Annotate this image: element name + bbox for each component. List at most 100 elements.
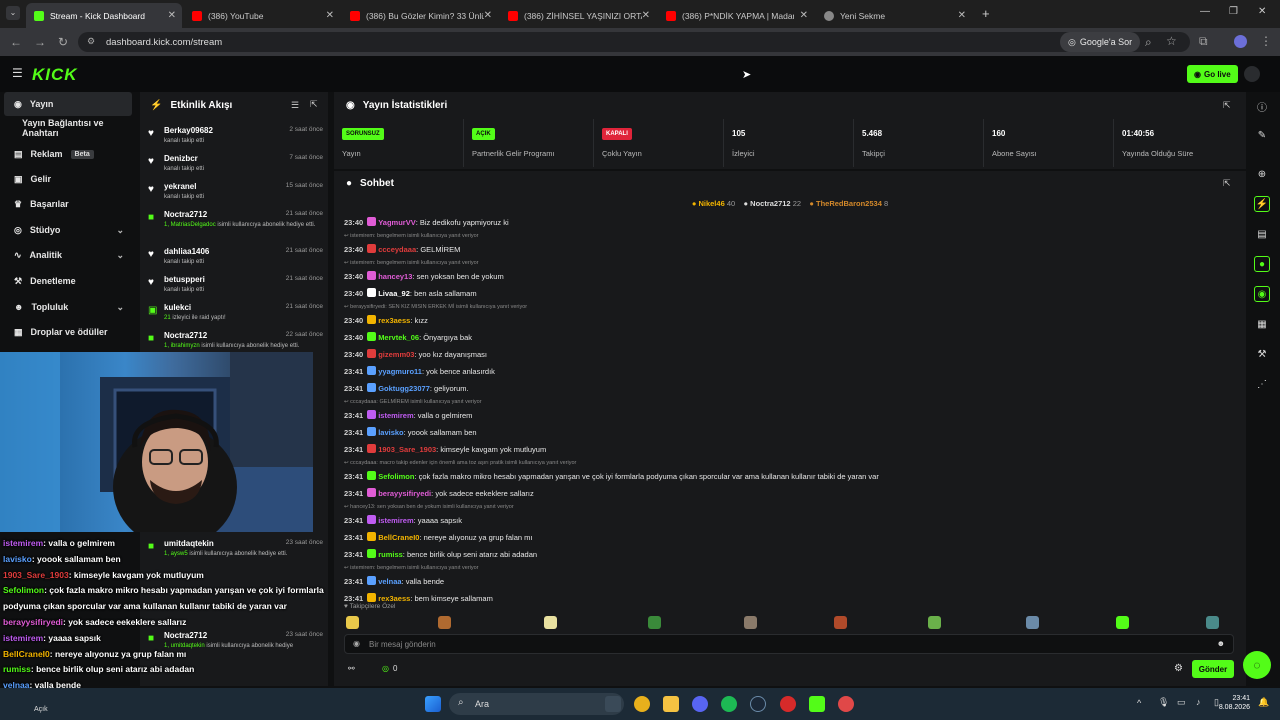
chat-message[interactable]: 23:41 BellCraneI0: nereye alıyonuz ya gru… bbox=[344, 532, 532, 542]
filter-icon[interactable]: ☰ bbox=[291, 100, 299, 111]
gifter-3[interactable]: ● TheRedBaron2534 8 bbox=[809, 199, 888, 208]
message-username[interactable]: istemirem bbox=[378, 516, 413, 525]
send-button[interactable]: Gönder bbox=[1192, 660, 1234, 678]
message-username[interactable]: 1903_Sare_1903 bbox=[378, 445, 436, 454]
new-tab-plus-icon[interactable]: + bbox=[982, 6, 990, 21]
close-icon[interactable]: ✕ bbox=[168, 10, 176, 21]
chat-message[interactable]: 23:41 Goktugg23077: geliyorum. bbox=[344, 383, 469, 393]
activity-toggle-icon[interactable]: ⚡ bbox=[1254, 196, 1270, 212]
message-username[interactable]: rex3aess bbox=[378, 594, 410, 603]
activity-item[interactable]: ▣ kulekci 21 saat önce 21 izleyici ile raid… bbox=[140, 299, 328, 327]
chat-fab-button[interactable]: ◌ bbox=[1243, 651, 1271, 679]
crosshair-icon[interactable]: ⊕ bbox=[1254, 166, 1270, 182]
message-username[interactable]: yyagmuro11 bbox=[378, 367, 422, 376]
message-username[interactable]: istemirem bbox=[378, 411, 413, 420]
popout-icon[interactable]: ⇱ bbox=[310, 99, 318, 110]
emote-icon[interactable] bbox=[1116, 616, 1129, 629]
sidebar-item-topluluk[interactable]: ☻ Topluluk ⌄ bbox=[4, 295, 132, 319]
chrome-icon[interactable] bbox=[634, 696, 650, 712]
activity-item[interactable]: ■ Noctra2712 21 saat önce 1, MatriasDelgado… bbox=[140, 206, 328, 234]
message-username[interactable]: berayysifiryedi bbox=[378, 489, 431, 498]
steam-icon[interactable] bbox=[750, 696, 766, 712]
share-icon[interactable]: ⋰ bbox=[1254, 376, 1270, 392]
chat-message[interactable]: 23:41 1903_Sare_1903: kimseyle kavgam yok… bbox=[344, 444, 546, 454]
profile-avatar[interactable] bbox=[1234, 35, 1247, 48]
sidebar-item-droplar[interactable]: ▦ Droplar ve ödüller bbox=[4, 320, 132, 344]
kick-logo[interactable]: KICK bbox=[32, 65, 78, 85]
link-icon[interactable]: ⚯ bbox=[348, 664, 355, 673]
chat-message[interactable]: 23:41 istemirem: yaaaa sapsık bbox=[344, 515, 462, 525]
obs-icon[interactable] bbox=[838, 696, 854, 712]
taskbar-search[interactable]: ⌕ Ara bbox=[449, 693, 624, 715]
close-icon[interactable]: ✕ bbox=[484, 10, 492, 21]
close-icon[interactable]: ✕ bbox=[800, 10, 808, 21]
gifter-2[interactable]: ● Noctra2712 22 bbox=[744, 199, 802, 208]
emote-icon[interactable] bbox=[928, 616, 941, 629]
info-icon[interactable]: ⓘ bbox=[1254, 98, 1270, 114]
spotify-icon[interactable] bbox=[721, 696, 737, 712]
emote-icon[interactable] bbox=[346, 616, 359, 629]
hamburger-menu-icon[interactable]: ☰ bbox=[12, 66, 23, 80]
notes-icon[interactable]: ▤ bbox=[1254, 226, 1270, 242]
message-username[interactable]: rex3aess bbox=[378, 316, 410, 325]
message-username[interactable]: Livaa_92 bbox=[378, 289, 410, 298]
popout-icon[interactable]: ⇱ bbox=[1223, 178, 1231, 189]
tab-kick-dashboard[interactable]: Stream - Kick Dashboard ✕ bbox=[26, 3, 182, 28]
tab-youtube-video-3[interactable]: (386) P*NDİK YAPMA | Madara ✕ bbox=[658, 3, 814, 28]
chat-message[interactable]: 23:41 istemirem: valla o gelmirem bbox=[344, 410, 472, 420]
activity-item[interactable]: ♥ Denizbcr 7 saat önce kanalı takip etti bbox=[140, 150, 328, 178]
windows-start-icon[interactable] bbox=[425, 696, 441, 712]
sidebar-item-analitik[interactable]: ∿ Analitik ⌄ bbox=[4, 243, 132, 267]
file-explorer-icon[interactable] bbox=[663, 696, 679, 712]
google-lens-button[interactable]: ◎ Google'a Sor bbox=[1060, 32, 1141, 52]
activity-item[interactable]: ♥ Berkay09682 2 saat önce kanalı takip etti bbox=[140, 122, 328, 150]
chat-message[interactable]: 23:40 ccceydaaa: GELMİREM bbox=[344, 244, 460, 254]
chat-input[interactable]: ◉ Bir mesaj gönderin ☻ bbox=[344, 634, 1234, 654]
sidebar-item-studyo[interactable]: ◎ Stüdyo ⌄ bbox=[4, 218, 132, 242]
emote-icon[interactable] bbox=[834, 616, 847, 629]
clock[interactable]: 23:41 8.08.2026 bbox=[1218, 694, 1250, 712]
chat-message[interactable]: 23:40 gizemm03: yoo kız dayanışması bbox=[344, 349, 487, 359]
tab-search-icon[interactable]: ⌄ bbox=[6, 6, 20, 20]
message-username[interactable]: YagmurVV bbox=[378, 218, 416, 227]
restore-icon[interactable]: ❐ bbox=[1229, 6, 1238, 17]
message-username[interactable]: lavisko bbox=[378, 428, 403, 437]
sidebar-item-gelir[interactable]: ▣ Gelir bbox=[4, 167, 132, 191]
emote-icon[interactable] bbox=[1206, 616, 1219, 629]
sidebar-item-denetleme[interactable]: ⚒ Denetleme bbox=[4, 269, 132, 293]
chat-settings-icon[interactable]: ◉ bbox=[353, 639, 360, 648]
emote-icon[interactable] bbox=[438, 616, 451, 629]
back-icon[interactable]: ← bbox=[10, 35, 22, 49]
close-window-icon[interactable]: ✕ bbox=[1258, 6, 1266, 17]
app-red-icon[interactable] bbox=[780, 696, 796, 712]
sidebar-item-stream-key[interactable]: Yayın Bağlantısı ve Anahtarı bbox=[4, 116, 132, 140]
channel-points[interactable]: ◎ 0 bbox=[382, 664, 397, 673]
close-icon[interactable]: ✕ bbox=[958, 10, 966, 21]
message-username[interactable]: gizemm03 bbox=[378, 350, 414, 359]
message-username[interactable]: hancey13 bbox=[378, 272, 412, 281]
chat-message[interactable]: 23:41 berayysifiryedi: yok sadece eekekle… bbox=[344, 488, 534, 498]
forward-icon[interactable]: → bbox=[34, 35, 46, 49]
network-icon[interactable]: ▭ bbox=[1177, 697, 1186, 708]
tab-youtube-video-2[interactable]: (386) ZİHİNSEL YAŞINIZI ORTAYA ✕ bbox=[500, 3, 656, 28]
task-view-icon[interactable] bbox=[605, 696, 621, 712]
chat-message[interactable]: 23:41 yyagmuro11: yok bence anlasırdık bbox=[344, 366, 495, 376]
chat-message[interactable]: 23:41 Sefolimon: çok fazla makro mikro he… bbox=[344, 471, 879, 481]
kick-app-icon[interactable] bbox=[809, 696, 825, 712]
message-username[interactable]: Goktugg23077 bbox=[378, 384, 430, 393]
message-username[interactable]: Mervtek_06 bbox=[378, 333, 419, 342]
tray-chevron-up-icon[interactable]: ^ bbox=[1137, 698, 1141, 708]
wrench-icon[interactable]: ⚒ bbox=[1254, 346, 1270, 362]
tab-new-tab[interactable]: Yeni Sekme ✕ bbox=[816, 3, 972, 28]
chat-message[interactable]: 23:41 rex3aess: bem kimseye sallamam bbox=[344, 593, 493, 603]
tab-youtube[interactable]: (386) YouTube ✕ bbox=[184, 3, 340, 28]
reload-icon[interactable]: ↻ bbox=[58, 35, 68, 49]
url-input[interactable]: ⚙ dashboard.kick.com/stream bbox=[78, 32, 1190, 52]
activity-item[interactable]: ■ umitdaqtekin 23 saat önce 1, aysw5 isimli… bbox=[140, 535, 328, 563]
browser-menu-icon[interactable]: ⋮ bbox=[1260, 34, 1272, 48]
chat-message[interactable]: 23:41 velnaa: valla bende bbox=[344, 576, 444, 586]
chat-message[interactable]: 23:40 rex3aess: kızz bbox=[344, 315, 428, 325]
emote-icon[interactable] bbox=[648, 616, 661, 629]
edit-icon[interactable]: ✎ bbox=[1254, 127, 1270, 143]
close-icon[interactable]: ✕ bbox=[642, 10, 650, 21]
